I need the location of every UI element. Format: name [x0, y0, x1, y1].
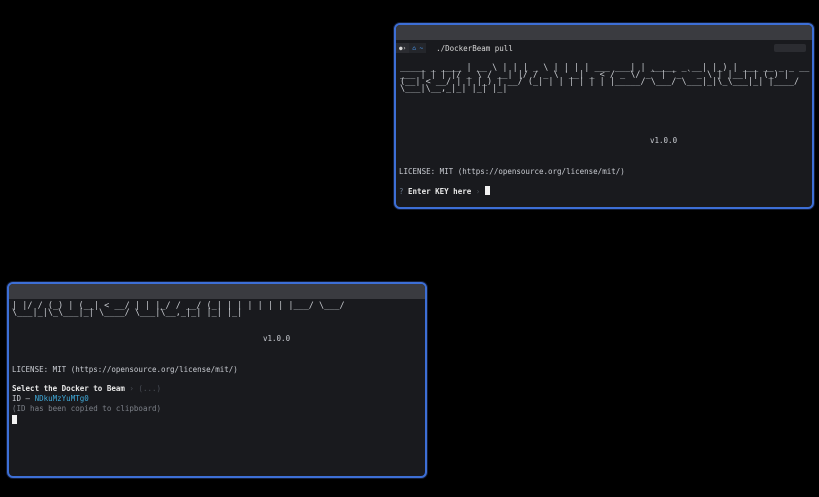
select-hint: › (...) [129, 384, 162, 393]
select-label: Select the Docker to Beam [12, 384, 125, 393]
question-mark-icon: ? [399, 187, 404, 196]
version-text: v1.0.0 [263, 334, 291, 343]
license-text: LICENSE: MIT (https://opensource.org/lic… [399, 167, 625, 176]
apple-icon: ●› [396, 43, 410, 53]
clipboard-note: (ID has been copied to clipboard) [12, 404, 162, 413]
terminal-titlebar[interactable] [396, 25, 812, 40]
id-value: NDkuMzYuMTg0 [34, 394, 89, 403]
terminal-window-top[interactable]: ●› ⌂ ~ ./DockerBeam pull _____ _ ____ | … [394, 23, 814, 209]
text-cursor[interactable] [12, 415, 17, 424]
license-text: LICENSE: MIT (https://opensource.org/lic… [12, 365, 238, 374]
chevron-right-icon: › [475, 187, 481, 196]
ascii-logo: _____ _ ____ | __ \ | | | _ \ | | | | __… [400, 63, 810, 94]
prompt-label: Enter KEY here [408, 187, 472, 196]
ascii-logo: | |/ / (_) | (__| < __/ | | |_/ / __/ (_… [12, 301, 345, 318]
id-line: ID – NDkuMzYuMTg0 [12, 394, 89, 403]
id-prefix: ID – [12, 394, 35, 403]
terminal-titlebar[interactable] [9, 284, 425, 299]
command-text: ./DockerBeam pull [436, 43, 513, 53]
version-text: v1.0.0 [650, 136, 678, 145]
key-prompt[interactable]: ? Enter KEY here › [399, 186, 490, 196]
text-cursor[interactable] [484, 186, 490, 195]
terminal-window-bottom[interactable]: | |/ / (_) | (__| < __/ | | |_/ / __/ (_… [7, 282, 427, 478]
home-icon: ⌂ ~ [409, 43, 427, 53]
prompt-bar: ●› ⌂ ~ ./DockerBeam pull [396, 42, 812, 54]
select-prompt[interactable]: Select the Docker to Beam › (...) [12, 384, 161, 393]
status-pill [774, 44, 806, 52]
cursor-line[interactable] [12, 415, 17, 425]
